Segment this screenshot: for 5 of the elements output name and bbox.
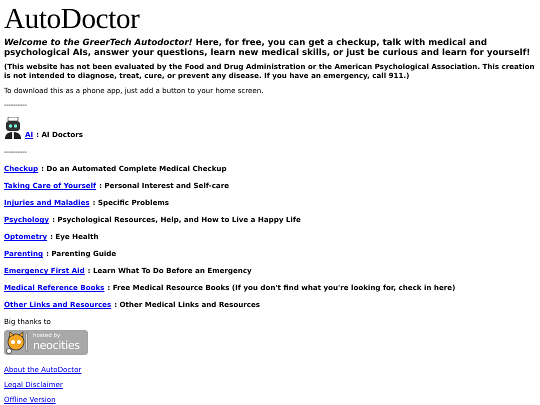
robot-doctor-icon: [4, 117, 22, 140]
badge-wordmark: neocities: [33, 340, 80, 351]
cat-mascot-icon: [5, 330, 31, 355]
intro-paragraph: Welcome to the GreerTech Autodoctor! Here, for free, you can get a checkup, talk with medical and psychological AIs, answer your questions, learn new medical skills, or just be curious and learn for yourself!: [4, 38, 532, 58]
site-title: AutoDoctor: [4, 4, 141, 34]
